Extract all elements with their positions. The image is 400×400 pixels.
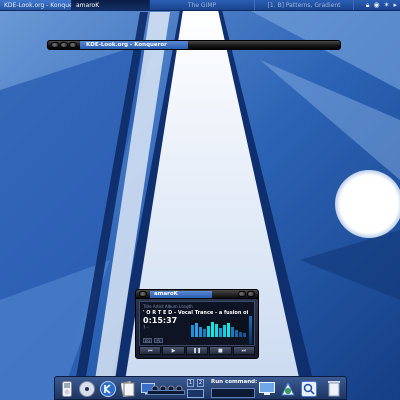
analyzer-bar [215, 324, 218, 337]
desktop-pager-row[interactable] [187, 389, 204, 398]
pause-button[interactable]: ❚❚ [185, 346, 209, 355]
analyzer-bar [211, 322, 214, 337]
bitrate-label: ? - [143, 326, 149, 331]
previous-button[interactable]: ⏮ [139, 346, 162, 355]
media-controls [151, 379, 185, 398]
amarok-player-window[interactable]: amaroK Title Artist Album Length ' O R T… [135, 289, 259, 359]
top-taskbar: KDE-Look.org - Konqueror amaroK The GIMP… [0, 0, 400, 11]
next-button[interactable]: ⏭ [232, 346, 256, 355]
run-command-label: Run command: [211, 379, 258, 385]
run-command-input[interactable] [211, 388, 255, 398]
window-title[interactable]: amaroK [150, 290, 212, 298]
document-icon[interactable] [119, 379, 137, 398]
arrow-icon[interactable]: ▸ [393, 1, 397, 9]
minimize-icon[interactable] [238, 291, 246, 297]
analyzer-bar [199, 327, 202, 337]
taskbar-item-gimp[interactable]: The GIMP [150, 0, 254, 10]
shade-icon[interactable] [69, 42, 77, 48]
analyzer-bar [243, 333, 246, 337]
time-display[interactable]: 0:15:37 [143, 316, 177, 325]
close-icon[interactable] [247, 291, 255, 297]
amarok-titlebar[interactable]: amaroK [136, 290, 258, 299]
menu-icon[interactable] [51, 42, 59, 48]
taskbar-item-amarok[interactable]: amaroK [72, 0, 150, 10]
analyzer-bar [231, 327, 234, 337]
taskbar-item-patterns[interactable]: [1. B] Patterns, Gradient [254, 0, 354, 10]
globe-icon[interactable] [279, 379, 297, 398]
volume-slider[interactable] [249, 316, 252, 344]
scrolling-header: Title Artist Album Length [143, 304, 193, 309]
window-buttons [48, 42, 80, 48]
search-icon[interactable] [300, 379, 318, 398]
desktop-pager-1[interactable]: 1 [187, 379, 194, 387]
analyzer[interactable] [190, 320, 248, 337]
trash-icon[interactable] [325, 379, 343, 398]
analyzer-bar [223, 325, 226, 337]
stop-button[interactable]: ■ [209, 346, 232, 355]
analyzer-bar [235, 330, 238, 337]
monitor-icon[interactable] [258, 379, 276, 398]
analyzer-bar [239, 332, 242, 337]
amarok-display: Title Artist Album Length ' O R T E D - … [139, 301, 255, 346]
cd-icon[interactable] [78, 379, 96, 398]
window-title[interactable]: KDE-Look.org - Konqueror [80, 41, 188, 49]
ipod-icon[interactable] [58, 379, 76, 398]
analyzer-bar [191, 325, 194, 337]
analyzer-bar [203, 329, 206, 337]
desktop-pager-2[interactable]: 2 [197, 379, 204, 387]
playback-controls: ⏮ ▶ ❚❚ ■ ⏭ [139, 346, 256, 355]
lock-icon[interactable]: 🔒︎ [366, 1, 370, 10]
play-button[interactable]: ▶ [162, 346, 185, 355]
analyzer-bar [207, 326, 210, 337]
analyzer-bar [227, 323, 230, 337]
analyzer-bar [195, 323, 198, 337]
playlist-toggle[interactable]: PL [154, 338, 163, 343]
konqueror-window[interactable]: KDE-Look.org - Konqueror [47, 40, 341, 50]
bluetooth-icon[interactable]: ✶ [384, 1, 390, 9]
eq-toggle[interactable]: EQ [143, 338, 152, 343]
window-controls [238, 291, 255, 297]
kde-logo-icon[interactable] [99, 379, 117, 398]
sticky-icon[interactable] [60, 42, 68, 48]
analyzer-bar [219, 328, 222, 337]
network-icon[interactable]: ◉ [374, 1, 380, 9]
window-buttons [136, 291, 147, 297]
system-tray: 🔒︎ ◉ ✶ ▸ [354, 1, 400, 10]
bottom-panel: 1 2 Run command: [54, 376, 347, 400]
seek-bar[interactable] [147, 390, 185, 395]
taskbar-item-konqueror[interactable]: KDE-Look.org - Konqueror [0, 0, 72, 10]
menu-icon[interactable] [139, 291, 147, 297]
